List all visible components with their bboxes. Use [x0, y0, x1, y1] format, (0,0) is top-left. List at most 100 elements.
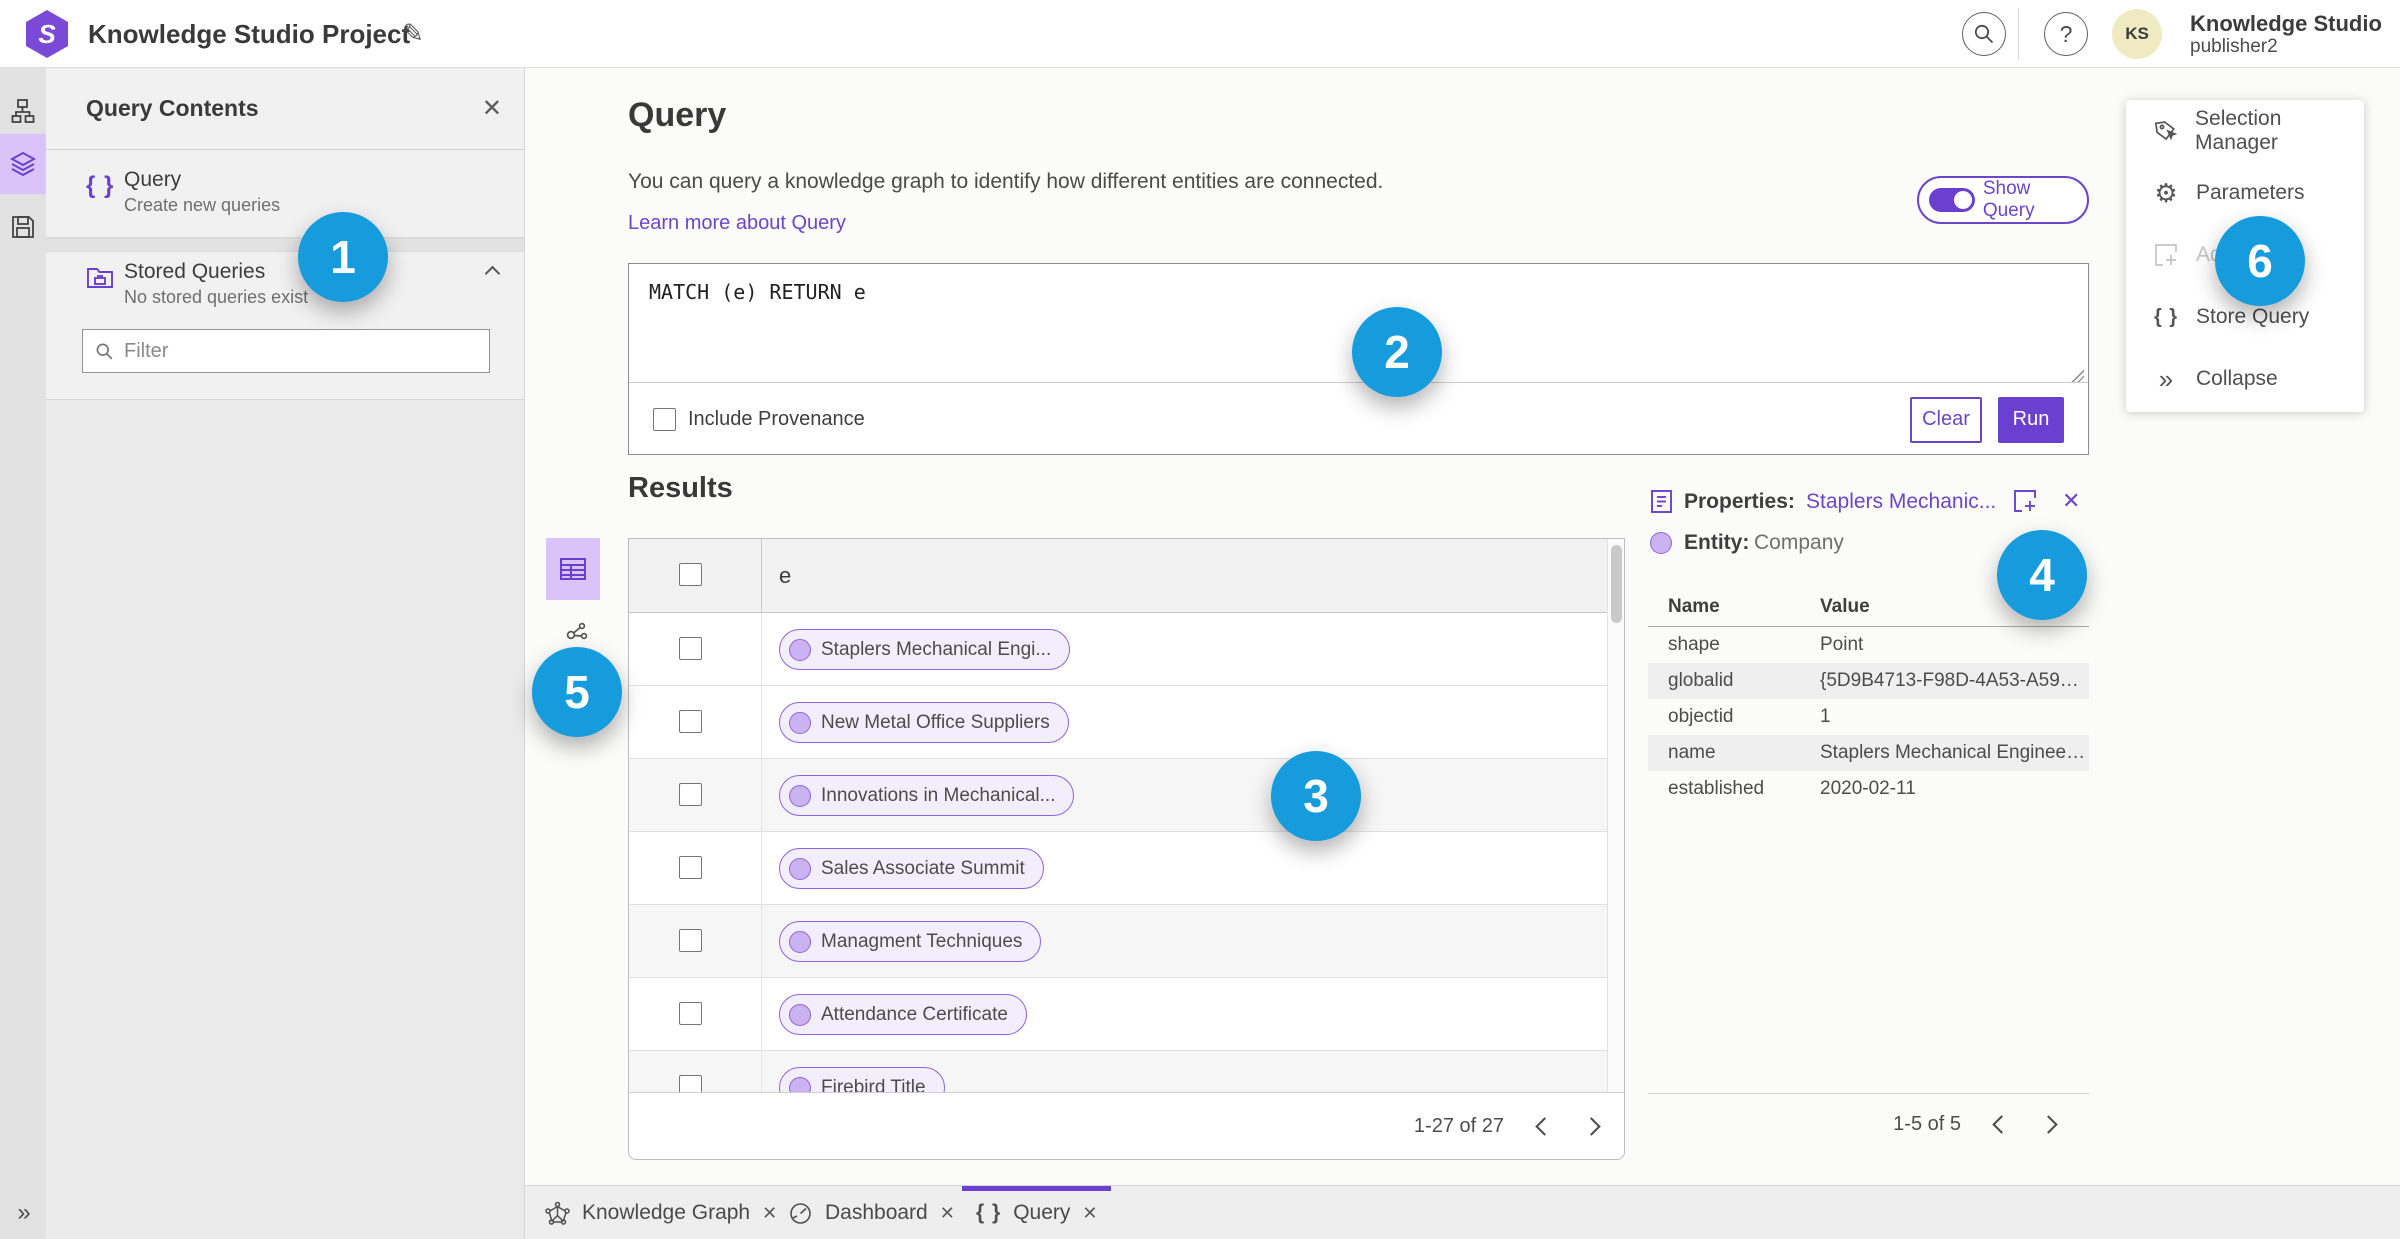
column-header-e: e [779, 563, 792, 588]
next-page-icon[interactable] [1582, 1116, 1601, 1136]
user-avatar[interactable]: KS [2112, 9, 2162, 59]
close-tab-icon[interactable]: ✕ [1082, 1203, 1097, 1224]
entity-dot-icon [789, 930, 811, 953]
toggle-switch-on[interactable] [1929, 188, 1975, 212]
table-row[interactable]: Sales Associate Summit [629, 832, 1624, 905]
tab-query-active[interactable]: { } Query ✕ [961, 1186, 1112, 1239]
next-page-icon[interactable] [2039, 1115, 2058, 1134]
layers-rail-button-active[interactable] [0, 134, 46, 194]
user-org: Knowledge Studio [2190, 11, 2382, 36]
scrollbar-thumb[interactable] [1611, 545, 1622, 623]
row-checkbox[interactable] [679, 783, 702, 806]
top-bar: S Knowledge Studio Project ✎ ? KS Knowle… [0, 0, 2400, 68]
panel-header: Query Contents ✕ [46, 68, 524, 150]
close-properties-icon[interactable]: ✕ [2062, 488, 2080, 514]
close-panel-icon[interactable]: ✕ [482, 94, 502, 123]
data-model-rail-button[interactable] [0, 84, 46, 138]
entity-type: Company [1754, 531, 1844, 554]
properties-table: Name Value shape Point globalid {5D9B4713-… [1648, 592, 2089, 807]
clear-button[interactable]: Clear [1910, 396, 1982, 443]
property-row[interactable]: name Staplers Mechanical Engineering [1648, 735, 2089, 771]
page-description: You can query a knowledge graph to ident… [628, 170, 1384, 193]
select-all-checkbox[interactable] [679, 563, 702, 586]
results-pagination: 1-27 of 27 [629, 1092, 1624, 1159]
show-query-toggle[interactable]: Show Query [1917, 176, 2089, 224]
double-chevron-right-icon: » [17, 1199, 30, 1226]
sidebar-item-query[interactable]: { } Query Create new queries [46, 168, 524, 238]
previous-page-icon[interactable] [1535, 1116, 1554, 1136]
graph-view-button[interactable] [556, 610, 598, 652]
property-row[interactable]: established 2020-02-11 [1648, 771, 2089, 807]
properties-pagination: 1-5 of 5 [1648, 1093, 2089, 1155]
expand-rail-button[interactable]: » [0, 1193, 46, 1233]
close-tab-icon[interactable]: ✕ [762, 1203, 777, 1224]
sidebar-item-title: Query [124, 168, 182, 191]
panel-title: Query Contents [86, 95, 259, 121]
tab-dashboard[interactable]: Dashboard ✕ [788, 1186, 955, 1239]
tab-knowledge-graph[interactable]: Knowledge Graph ✕ [545, 1186, 777, 1239]
add-to-selection-icon[interactable] [2012, 488, 2038, 514]
row-checkbox[interactable] [679, 710, 702, 733]
edit-title-pencil-icon[interactable]: ✎ [402, 18, 424, 49]
table-row[interactable]: Attendance Certificate [629, 978, 1624, 1051]
sidebar-item-title: Stored Queries [124, 260, 266, 283]
prop-col-name: Name [1648, 592, 1800, 627]
search-button[interactable] [1962, 12, 2006, 56]
table-view-button-active[interactable] [546, 538, 600, 600]
table-row[interactable]: Staplers Mechanical Engi... [629, 613, 1624, 686]
table-row[interactable]: Firebird Title [629, 1051, 1624, 1093]
sidebar-item-subtitle: Create new queries [124, 195, 281, 215]
section-divider [46, 238, 524, 252]
add-to-selection-icon [2152, 242, 2180, 268]
run-button[interactable]: Run [1998, 396, 2064, 443]
previous-page-icon[interactable] [1992, 1115, 2011, 1134]
include-provenance-checkbox[interactable] [653, 408, 676, 431]
menu-item-selection-manager[interactable]: Selection Manager [2126, 100, 2364, 162]
table-row[interactable]: New Metal Office Suppliers [629, 686, 1624, 759]
user-name: publisher2 [2190, 36, 2278, 57]
sidebar-item-stored-queries[interactable]: Stored Queries No stored queries exist [46, 260, 524, 324]
annotation-circle-2: 2 [1352, 307, 1442, 397]
save-rail-button[interactable] [0, 200, 46, 254]
left-icon-rail: » [0, 68, 46, 1239]
property-row[interactable]: shape Point [1648, 627, 2089, 664]
filter-box [82, 329, 490, 373]
entity-chip[interactable]: Firebird Title [779, 1067, 945, 1093]
entity-chip[interactable]: Sales Associate Summit [779, 848, 1044, 889]
properties-entity-link[interactable]: Staplers Mechanic... [1806, 490, 1996, 514]
menu-item-collapse[interactable]: » Collapse [2126, 348, 2364, 410]
resize-handle[interactable] [2070, 368, 2084, 382]
user-info[interactable]: Knowledge Studio publisher2 [2190, 11, 2382, 58]
entity-chip[interactable]: Staplers Mechanical Engi... [779, 629, 1071, 670]
tab-label: Knowledge Graph [582, 1201, 751, 1224]
learn-more-link[interactable]: Learn more about Query [628, 212, 846, 235]
entity-chip[interactable]: Managment Techniques [779, 921, 1042, 962]
entity-chip[interactable]: New Metal Office Suppliers [779, 702, 1069, 743]
entity-dot-icon [789, 638, 811, 661]
row-checkbox[interactable] [679, 856, 702, 879]
tab-label: Query [1013, 1201, 1071, 1224]
results-table-card: e Staplers Mechanical Engi... New Metal … [628, 538, 1625, 1160]
row-checkbox[interactable] [679, 1002, 702, 1025]
dashboard-gauge-icon [788, 1201, 813, 1226]
row-checkbox[interactable] [679, 1075, 702, 1093]
row-checkbox[interactable] [679, 929, 702, 952]
filter-input[interactable] [124, 339, 444, 363]
property-row[interactable]: globalid{5D9B4713-F98D-4A53-A59F-C11... [1648, 663, 2089, 699]
table-row[interactable]: Managment Techniques [629, 905, 1624, 978]
entity-dot-icon [789, 1076, 811, 1093]
entity-chip[interactable]: Attendance Certificate [779, 994, 1027, 1035]
help-button[interactable]: ? [2044, 12, 2088, 56]
close-tab-icon[interactable]: ✕ [940, 1203, 955, 1224]
row-checkbox[interactable] [679, 637, 702, 660]
entity-chip[interactable]: Innovations in Mechanical... [779, 775, 1075, 816]
layers-icon [10, 151, 36, 177]
menu-item-parameters[interactable]: ⚙ Parameters [2126, 162, 2364, 224]
table-row[interactable]: Innovations in Mechanical... [629, 759, 1624, 832]
results-page-range: 1-27 of 27 [1413, 1114, 1504, 1137]
app-logo-icon[interactable]: S [26, 10, 68, 58]
table-scrollbar[interactable] [1607, 539, 1624, 1093]
results-table-header: e [629, 539, 1624, 613]
results-table-body: Staplers Mechanical Engi... New Metal Of… [629, 613, 1624, 1093]
property-row[interactable]: objectid 1 [1648, 699, 2089, 735]
